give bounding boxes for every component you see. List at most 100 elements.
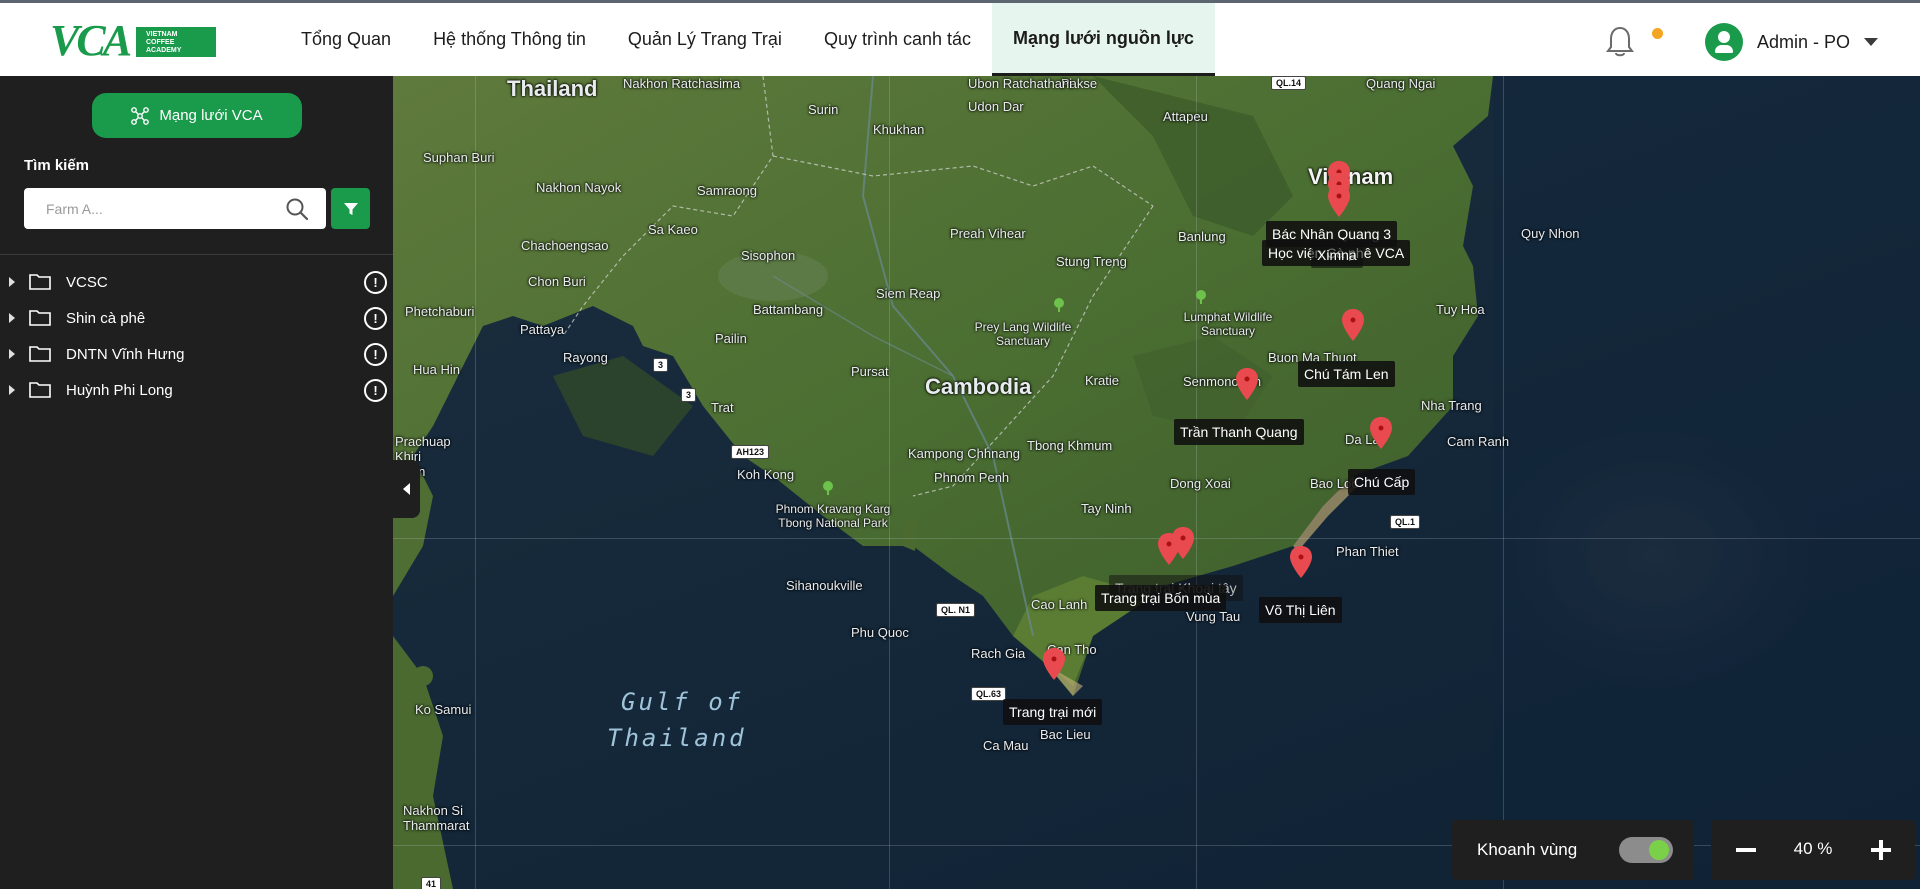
search-icon[interactable] <box>285 197 309 221</box>
road-label: QL. N1 <box>936 603 976 617</box>
tree-item-vcsc[interactable]: VCSC ! <box>0 264 393 300</box>
tree-item-label: Huỳnh Phi Long <box>66 381 173 399</box>
marker-label[interactable]: Chú Cấp <box>1348 469 1416 495</box>
logo-line: ACADEMY <box>146 47 182 54</box>
tree-item-dntn-vinh-hung[interactable]: DNTN Vĩnh Hưng ! <box>0 336 393 372</box>
grid-line <box>889 76 890 889</box>
map-pin-icon[interactable] <box>1289 545 1313 579</box>
map-label: Rayong <box>563 350 608 365</box>
map-label: Rach Gia <box>971 646 1026 661</box>
map-pin-icon[interactable] <box>1235 367 1259 401</box>
map-label: Suphan Buri <box>423 150 495 165</box>
folder-icon <box>29 382 51 398</box>
nav-mang-luoi-nguon-luc[interactable]: Mạng lưới nguồn lực <box>992 3 1215 76</box>
info-icon[interactable]: ! <box>364 379 387 402</box>
map-label: Quang Ngai <box>1366 76 1436 91</box>
vca-network-button-label: Mạng lưới VCA <box>159 107 263 124</box>
map-label: Nakhon Ratchasima <box>623 76 741 91</box>
map-label: Pattaya <box>520 322 565 337</box>
zone-toggle-switch[interactable] <box>1619 837 1673 863</box>
map-label: Cambodia <box>925 374 1032 399</box>
folder-icon <box>29 310 51 326</box>
map-terrain <box>393 76 1920 889</box>
marker-label[interactable]: Trần Thanh Quang <box>1174 419 1304 445</box>
park-icon <box>1196 290 1206 304</box>
map-label: Tay Ninh <box>1081 501 1132 516</box>
map-label: Ko Samui <box>415 702 472 717</box>
marker-label[interactable]: Chú Tám Len <box>1298 361 1395 387</box>
road-label: 3 <box>653 358 669 372</box>
logo-line: COFFEE <box>146 39 175 46</box>
toggle-knob <box>1649 840 1669 860</box>
search-label: Tìm kiếm <box>24 157 90 174</box>
expand-arrow-icon[interactable] <box>9 313 15 323</box>
road-label: QL.1 <box>1390 515 1421 529</box>
user-menu[interactable]: Admin - PO <box>1705 22 1879 62</box>
collapse-sidebar-button[interactable] <box>393 460 420 518</box>
zoom-in-button[interactable] <box>1861 830 1901 870</box>
map-label: Hua Hin <box>413 362 460 377</box>
vca-logo[interactable]: VCA VIETNAM COFFEE ACADEMY <box>50 16 216 65</box>
map-label: Trat <box>711 400 734 415</box>
folder-icon <box>29 274 51 290</box>
road-label: 3 <box>681 388 697 402</box>
map-label: Stung Treng <box>1056 254 1127 269</box>
nav-quan-ly-trang-trai[interactable]: Quản Lý Trang Trại <box>607 3 803 76</box>
user-avatar-icon <box>1705 23 1743 61</box>
nav-quy-trinh-canh-tac[interactable]: Quy trình canh tác <box>803 3 992 76</box>
info-icon[interactable]: ! <box>364 307 387 330</box>
map-label: Vung Tau <box>1186 609 1241 624</box>
map-label: Nakhon Nayok <box>536 180 622 195</box>
map-label: Lumphat Wildlife Sanctuary <box>1183 310 1273 338</box>
map-pin-icon[interactable] <box>1369 416 1393 450</box>
logo-mark: VCA <box>50 16 132 65</box>
map-label: Ca Mau <box>983 738 1029 753</box>
map-label: Tbong Khmum <box>1027 438 1113 453</box>
marker-label[interactable]: Trang trại Bốn mùa <box>1095 585 1227 611</box>
map-label: Prey Lang Wildlife Sanctuary <box>974 320 1072 348</box>
expand-arrow-icon[interactable] <box>9 385 15 395</box>
road-label: QL.14 <box>1271 76 1307 90</box>
nav-he-thong-thong-tin[interactable]: Hệ thống Thông tin <box>412 3 607 76</box>
zone-toggle-panel: Khoanh vùng <box>1452 820 1694 880</box>
map-label: Surin <box>808 102 839 117</box>
chevron-down-icon[interactable] <box>1864 38 1879 46</box>
marker-label[interactable]: Trang trại mới <box>1003 699 1103 725</box>
map-label: Ubon Ratchathani <box>968 76 1073 91</box>
tree-item-label: DNTN Vĩnh Hưng <box>66 345 185 363</box>
info-icon[interactable]: ! <box>364 343 387 366</box>
grid-line <box>1503 76 1504 889</box>
road-label: QL.63 <box>971 687 1007 701</box>
map-canvas[interactable]: Thailand Nakhon Ratchasima Surin Pakse K… <box>393 76 1920 889</box>
map-label: Sisophon <box>741 248 796 263</box>
map-pin-icon[interactable] <box>1341 308 1365 342</box>
sidebar-divider <box>0 254 393 255</box>
search-input[interactable] <box>24 188 274 229</box>
logo-wordmark: VIETNAM COFFEE ACADEMY <box>136 27 216 57</box>
notification-bell-icon[interactable] <box>1605 25 1635 59</box>
vca-network-button[interactable]: Mạng lưới VCA <box>92 93 302 138</box>
tree-item-shin-ca-phe[interactable]: Shin cà phê ! <box>0 300 393 336</box>
minus-icon <box>1736 848 1756 852</box>
map-label: Phan Thiet <box>1336 544 1399 559</box>
zoom-out-button[interactable] <box>1726 830 1766 870</box>
map-label: Udon Dar <box>968 99 1024 114</box>
filter-icon <box>343 202 358 215</box>
info-icon[interactable]: ! <box>364 271 387 294</box>
folder-icon <box>29 346 51 362</box>
map-pin-icon[interactable] <box>1327 184 1351 218</box>
map-label: Quy Nhon <box>1521 226 1580 241</box>
map-label: Bac Lieu <box>1040 727 1091 742</box>
zoom-control: 40 % <box>1711 820 1915 880</box>
map-label: Phnom Penh <box>934 470 1010 485</box>
map-pin-icon[interactable] <box>1042 647 1066 681</box>
expand-arrow-icon[interactable] <box>9 349 15 359</box>
filter-button[interactable] <box>331 188 370 229</box>
nav-tong-quan[interactable]: Tổng Quan <box>280 3 412 76</box>
tree-item-huynh-phi-long[interactable]: Huỳnh Phi Long ! <box>0 372 393 408</box>
map-pin-icon[interactable] <box>1157 532 1181 566</box>
tree-item-label: VCSC <box>66 273 108 291</box>
marker-label[interactable]: Ximna <box>1311 242 1363 268</box>
expand-arrow-icon[interactable] <box>9 277 15 287</box>
marker-label[interactable]: Võ Thị Liên <box>1259 597 1342 623</box>
